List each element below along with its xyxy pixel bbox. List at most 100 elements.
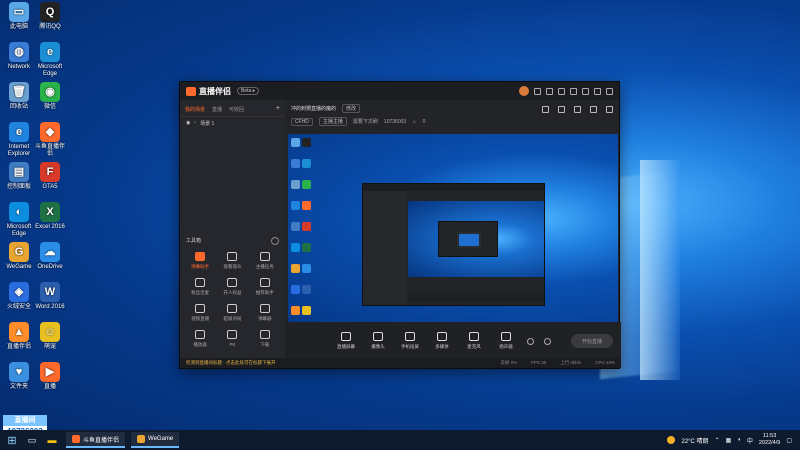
preview-icon bbox=[291, 201, 300, 210]
wallpaper-light bbox=[640, 160, 680, 380]
shirt-icon[interactable] bbox=[558, 87, 565, 95]
tool-item[interactable]: 超级对局 bbox=[216, 304, 248, 322]
desktop-icon[interactable]: Q 腾讯QQ bbox=[33, 2, 67, 31]
desktop-icon-label: WeGame bbox=[6, 264, 32, 270]
desktop-icon[interactable]: ◆ 斗鱼直播伴侣 bbox=[33, 122, 67, 158]
camera-button[interactable]: 摄像头 bbox=[367, 332, 389, 350]
camera-icon bbox=[373, 332, 383, 341]
status-warning[interactable]: 检测到直播间标题 · 点击此处可在标题下展开 bbox=[186, 360, 276, 366]
settings-icon[interactable] bbox=[546, 87, 553, 95]
desktop-icon[interactable]: ▶ 直播 bbox=[33, 362, 67, 391]
preview-desktop-icons bbox=[290, 136, 312, 322]
stream-id-label: 直播间 bbox=[3, 415, 47, 426]
tab-live[interactable]: 直播 bbox=[212, 106, 222, 113]
windows-start-icon[interactable]: ⊞ bbox=[4, 432, 20, 448]
weather-text[interactable]: 22°C 晴朗 bbox=[681, 436, 708, 445]
media-button[interactable]: 多媒体 bbox=[431, 332, 453, 350]
tool-item[interactable]: PK bbox=[216, 330, 248, 348]
desktop-icon[interactable]: ◐ Microsoft Edge bbox=[2, 202, 36, 238]
desktop-icon[interactable]: e Internet Explorer bbox=[2, 122, 36, 158]
gift-icon[interactable] bbox=[542, 106, 549, 113]
desktop-icon[interactable]: ♥ 文件夹 bbox=[2, 362, 36, 391]
tool-item[interactable]: 推荐助手 bbox=[249, 278, 281, 296]
desktop-icon[interactable]: W Word 2016 bbox=[33, 282, 67, 311]
bell-icon[interactable] bbox=[590, 106, 597, 113]
desktop-icon[interactable]: ▤ 控制面板 bbox=[2, 162, 36, 191]
ime-icon[interactable]: 中 bbox=[747, 436, 753, 445]
lock-icon[interactable] bbox=[558, 106, 565, 113]
add-scene-button[interactable]: + bbox=[276, 105, 280, 113]
desktop-icon[interactable]: 🗑 回收站 bbox=[2, 82, 36, 111]
network-icon[interactable]: ▦ bbox=[726, 437, 732, 444]
close-button[interactable] bbox=[606, 87, 613, 95]
chevron-up-icon[interactable]: ⌃ bbox=[715, 437, 720, 444]
tool-item[interactable]: 主播任务 bbox=[249, 252, 281, 270]
scene-item[interactable]: ◉ ▫ 场景 1 bbox=[180, 117, 285, 130]
file-explorer-icon[interactable]: ▬ bbox=[44, 432, 60, 448]
desktop-icon[interactable]: X Excel 2016 bbox=[33, 202, 67, 231]
desktop-icon[interactable]: G WeGame bbox=[2, 242, 36, 271]
start-live-button[interactable]: 开始直播 bbox=[571, 334, 613, 348]
tool-item[interactable]: 下载 bbox=[249, 330, 281, 348]
message-icon[interactable] bbox=[534, 87, 541, 95]
tab-my-scenes[interactable]: 我的场景 bbox=[185, 106, 205, 113]
phone-cast-button[interactable]: 手机投屏 bbox=[399, 332, 421, 350]
desktop-icon[interactable]: ▲ 直播伴侣 bbox=[2, 322, 36, 351]
record-icon[interactable] bbox=[527, 337, 534, 345]
desktop-icon[interactable]: e Microsoft Edge bbox=[33, 42, 67, 78]
desktop-icon[interactable]: ◉ 微信 bbox=[33, 82, 67, 111]
share-icon[interactable] bbox=[606, 106, 613, 113]
task-view-icon[interactable]: ▭ bbox=[24, 432, 40, 448]
minimize-button[interactable] bbox=[582, 87, 589, 95]
app-icon: ▶ bbox=[40, 362, 60, 382]
desktop-icon[interactable]: ◈ 火绒安全 bbox=[2, 282, 36, 311]
tool-item[interactable]: 弹幕助手 bbox=[184, 252, 216, 270]
tool-label: 超级对局 bbox=[223, 316, 242, 321]
desktop-icon[interactable]: ◍ Network bbox=[2, 42, 36, 71]
clock[interactable]: 11:53 2022/4/9 bbox=[759, 433, 780, 447]
maximize-button[interactable] bbox=[594, 87, 601, 95]
menu-icon[interactable] bbox=[570, 87, 577, 95]
stream-preview[interactable] bbox=[288, 134, 618, 322]
desktop-icon-label: Microsoft Edge bbox=[6, 224, 32, 237]
tool-item[interactable]: 播放器 bbox=[184, 330, 216, 348]
tool-item[interactable]: 观看观众 bbox=[216, 252, 248, 270]
speaker-button[interactable]: 扬声器 bbox=[495, 332, 517, 350]
tool-item[interactable]: 粉丝连麦 bbox=[184, 278, 216, 296]
desktop-icon[interactable]: ☺ 萌宠 bbox=[33, 322, 67, 351]
tool-item[interactable]: 视频直播 bbox=[184, 304, 216, 322]
microphone-icon bbox=[469, 332, 479, 341]
user-avatar[interactable] bbox=[519, 86, 529, 96]
taskbar-app-wegame[interactable]: WeGame bbox=[131, 432, 180, 448]
version-badge[interactable]: Beta ▸ bbox=[237, 87, 260, 95]
app-icon: F bbox=[40, 162, 60, 182]
screen-capture-button[interactable]: 直播屏幕 bbox=[335, 332, 357, 350]
preview-icon bbox=[291, 306, 300, 315]
settings-icon[interactable] bbox=[544, 337, 551, 345]
room-category[interactable]: CFHD bbox=[291, 117, 313, 126]
host-tag[interactable]: 主播主播 bbox=[318, 117, 347, 126]
edit-title-button[interactable]: 修改 bbox=[342, 104, 361, 113]
notification-icon[interactable]: ▢ bbox=[786, 437, 792, 444]
tab-recall[interactable]: 可收回 bbox=[229, 106, 244, 113]
copy-icon[interactable] bbox=[574, 106, 581, 113]
desktop-icon[interactable]: ☁ OneDrive bbox=[33, 242, 67, 271]
desktop-icon-label: Microsoft Edge bbox=[37, 64, 63, 77]
desktop-icon[interactable]: ▭ 此电脑 bbox=[2, 2, 36, 31]
logo-icon bbox=[186, 86, 196, 96]
eye-icon[interactable]: ◉ bbox=[186, 120, 190, 127]
volume-icon[interactable]: ◖ bbox=[737, 437, 741, 443]
more-tools-icon[interactable] bbox=[271, 237, 279, 245]
preview-icon bbox=[291, 159, 300, 168]
tool-item[interactable]: 弹幕器 bbox=[249, 304, 281, 322]
lock-icon[interactable]: ▫ bbox=[194, 120, 196, 127]
tool-icon bbox=[227, 278, 238, 287]
weather-icon[interactable] bbox=[667, 436, 676, 444]
desktop-icon[interactable]: F GTA5 bbox=[33, 162, 67, 191]
tool-icon bbox=[195, 278, 206, 287]
app-name: 直播伴侣 bbox=[199, 86, 231, 96]
scene-tabs: 我的场景 直播 可收回 + bbox=[180, 100, 285, 117]
tool-item[interactable]: 开人权益 bbox=[216, 278, 248, 296]
taskbar-app-douyu[interactable]: 斗鱼直播伴侣 bbox=[66, 432, 126, 448]
microphone-button[interactable]: 麦克风 bbox=[463, 332, 485, 350]
